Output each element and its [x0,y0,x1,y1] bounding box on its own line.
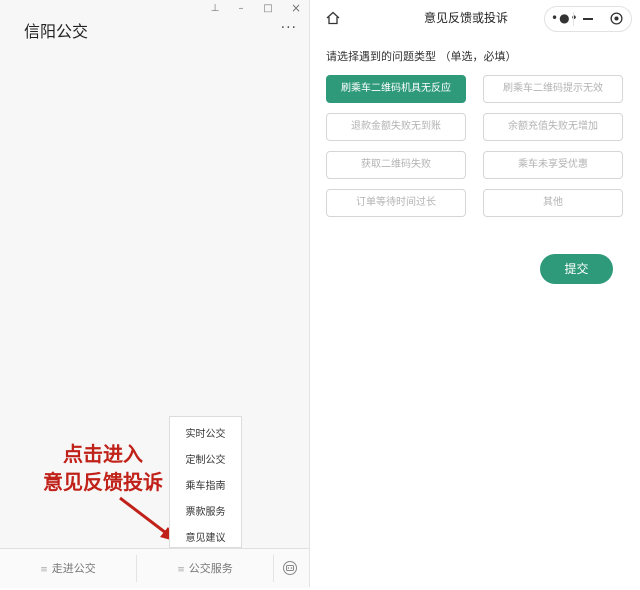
annotation-line-2: 意见反馈投诉 [43,470,163,494]
more-icon[interactable]: •●• [551,11,579,25]
maximize-icon[interactable]: □ [261,3,275,14]
page-title: 意见反馈或投诉 [423,11,508,25]
option-recharge-failed[interactable]: 余额充值失败无增加 [483,113,623,141]
tab-about-bus[interactable]: ≡ 走进公交 [0,549,136,588]
menu-icon: ≡ [40,565,48,575]
capsule-divider [573,12,574,26]
left-header: ⊥ – □ × 信阳公交 ··· [0,0,309,48]
option-other[interactable]: 其他 [483,189,623,217]
more-menu-icon[interactable]: ··· [281,20,297,36]
submit-button[interactable]: 提交 [540,254,613,284]
option-order-wait-long[interactable]: 订单等待时间过长 [326,189,466,217]
app-title: 信阳公交 [24,22,89,41]
left-panel: ⊥ – □ × 信阳公交 ··· 点击进入 意见反馈投诉 实时公交 定制公交 乘… [0,0,310,588]
option-qr-no-response[interactable]: 刷乘车二维码机具无反应 [326,75,466,103]
bottom-tab-bar: ≡ 走进公交 ≡ 公交服务 [0,548,309,588]
close-icon[interactable]: × [289,1,303,15]
tab-divider [273,555,274,582]
minimize-icon[interactable] [583,18,593,20]
robot-icon[interactable] [282,560,298,576]
option-qr-invalid[interactable]: 刷乘车二维码提示无效 [483,75,623,103]
annotation-line-1: 点击进入 [63,442,143,466]
menu-item-ticket-service[interactable]: 票款服务 [170,503,241,518]
annotation-arrow [119,496,178,542]
service-popup-menu: 实时公交 定制公交 乘车指南 票款服务 意见建议 [169,416,242,548]
menu-item-ride-guide[interactable]: 乘车指南 [170,477,241,492]
menu-item-feedback[interactable]: 意见建议 [170,529,241,544]
pin-icon[interactable]: ⊥ [208,3,222,14]
home-icon[interactable] [325,10,341,26]
annotation-text: 点击进入 意见反馈投诉 [28,440,178,496]
menu-item-custom-bus[interactable]: 定制公交 [170,451,241,466]
tab-label: 公交服务 [188,562,233,575]
miniapp-capsule: •●• [544,6,632,32]
menu-icon: ≡ [177,565,185,575]
tab-bus-service[interactable]: ≡ 公交服务 [137,549,273,588]
tab-label: 走进公交 [51,562,96,575]
option-no-discount[interactable]: 乘车未享受优惠 [483,151,623,179]
menu-item-realtime-bus[interactable]: 实时公交 [170,425,241,440]
close-circle-icon[interactable] [610,12,623,25]
question-label: 请选择遇到的问题类型 （单选，必填） [326,50,517,63]
option-refund-failed[interactable]: 退款金额失败无到账 [326,113,466,141]
minimize-icon[interactable]: – [234,3,248,14]
option-qr-fetch-failed[interactable]: 获取二维码失败 [326,151,466,179]
feedback-page: 意见反馈或投诉 •●• 请选择遇到的问题类型 （单选，必填） 刷乘车二维码机具无… [311,0,640,587]
